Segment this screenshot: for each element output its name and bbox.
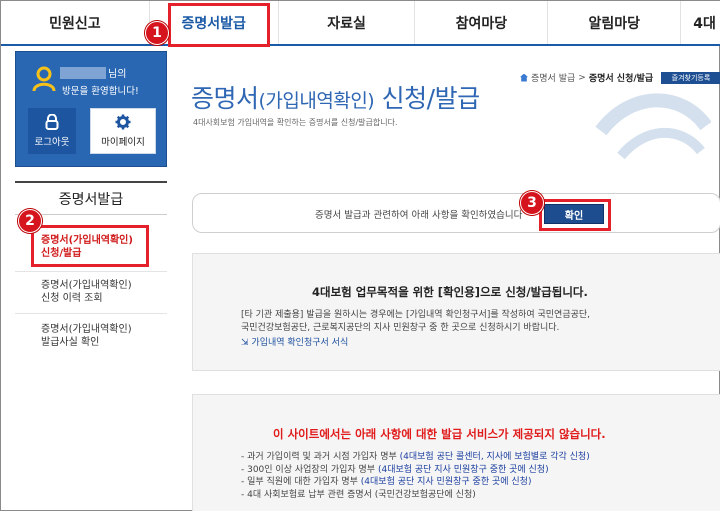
list-item-hint: (4대보험 공단 콜센터, 지사에 보험별로 각각 신청): [399, 452, 590, 462]
breadcrumb-current: 증명서 신청/발급: [588, 74, 654, 84]
list-item-text: - 300인 이상 사업장의 가입자 명부: [241, 464, 378, 475]
sidebar-item-verify[interactable]: 증명서(가입내역확인) 발급사실 확인: [41, 323, 132, 349]
sidebar-divider: [15, 271, 167, 272]
notice-purpose-body: [타 기관 제출용] 발급을 원하시는 경우에는 [가입내역 확인청구서]를 작…: [241, 309, 590, 335]
notice-unavailable-list: - 과거 가입이력 및 과거 시점 가입자 명부 (4대보험 공단 콜센터, 지…: [241, 451, 590, 501]
user-panel: 님의 방문을 환영합니다! 로그아웃 마이페이지: [15, 51, 167, 167]
breadcrumb-parent[interactable]: 증명서 발급: [531, 71, 575, 84]
list-item-hint: (4대보험 공단 지사 민원창구 중한 곳에 신청): [360, 477, 532, 487]
form-download-label: 가입내역 확인청구서 서식: [251, 338, 349, 348]
favorite-button[interactable]: 즐겨찾기등록: [661, 72, 720, 84]
tab-complaint[interactable]: 민원신고: [1, 1, 150, 44]
sidebar-item-label: 증명서(가입내역확인): [41, 280, 132, 291]
list-item-text: - 과거 가입이력 및 과거 시점 가입자 명부: [241, 452, 400, 462]
logout-button[interactable]: 로그아웃: [28, 108, 76, 154]
top-navigation: 민원신고 증명서발급 자료실 참여마당 알림마당 4대: [1, 1, 720, 46]
notice-purpose-line: [타 기관 제출용] 발급을 원하시는 경우에는 [가입내역 확인청구서]를 작…: [241, 310, 591, 320]
masked-username: [60, 67, 106, 79]
sidebar-item-label: 발급사실 확인: [41, 337, 100, 348]
breadcrumb-separator: >: [578, 72, 586, 83]
lock-icon: [45, 114, 59, 130]
external-link-icon: ⇲: [241, 338, 249, 348]
list-item: - 일부 직원에 대한 가입자 명부 (4대보험 공단 지사 민원창구 중한 곳…: [241, 476, 590, 489]
highlight-box-certificate-tab: [168, 3, 270, 47]
user-icon: [32, 66, 56, 92]
page-title-suffix: 신청/발급: [374, 84, 480, 113]
page-subtitle: 4대사회보험 가입내역을 확인하는 증명서를 신청/발급합니다.: [193, 118, 398, 127]
page-title: 증명서(가입내역확인) 신청/발급: [191, 79, 480, 115]
sidebar-divider: [15, 313, 167, 314]
notice-unavailable-title: 이 사이트에서는 아래 사항에 대한 발급 서비스가 제공되지 않습니다.: [273, 427, 606, 441]
list-item: - 4대 사회보험료 납부 관련 증명서 (국민건강보험공단에 신청): [241, 489, 590, 502]
page-title-paren: (가입내역확인): [258, 90, 375, 112]
step-marker-3: 3: [520, 191, 544, 215]
list-item: - 과거 가입이력 및 과거 시점 가입자 명부 (4대보험 공단 콜센터, 지…: [241, 451, 590, 464]
sidebar-title: 증명서발급: [15, 181, 167, 215]
tab-notice[interactable]: 알림마당: [548, 1, 682, 44]
sidebar-item-label: 증명서(가입내역확인): [41, 324, 132, 335]
step-marker-1: 1: [145, 21, 169, 45]
tab-participation[interactable]: 참여마당: [415, 1, 549, 44]
confirm-text: 증명서 발급과 관련하여 아래 사항을 확인하였습니다: [315, 210, 523, 221]
notice-purpose-title: 4대보험 업무목적을 위한 [확인용]으로 신청/발급됩니다.: [312, 285, 588, 299]
logout-label: 로그아웃: [34, 137, 70, 148]
home-icon[interactable]: [520, 73, 528, 82]
sidebar-item-history[interactable]: 증명서(가입내역확인) 신청 이력 조회: [41, 279, 132, 305]
list-item-text: - 4대 사회보험료 납부 관련 증명서 (국민건강보험공단에 신청): [241, 489, 476, 500]
notice-purpose-line: 국민건강보험공단, 근로복지공단의 지사 민원창구 중 한 곳으로 신청하시기 …: [241, 323, 560, 333]
welcome-text: 방문을 환영합니다!: [62, 86, 139, 97]
form-download-link[interactable]: ⇲ 가입내역 확인청구서 서식: [241, 335, 348, 348]
page-title-main: 증명서: [191, 84, 259, 113]
highlight-box-confirm-button: [539, 199, 611, 231]
mypage-label: 마이페이지: [101, 137, 145, 148]
sidebar-item-label: 신청 이력 조회: [41, 293, 103, 304]
breadcrumb: 증명서 발급 > 증명서 신청/발급: [520, 71, 653, 84]
list-item-text: - 일부 직원에 대한 가입자 명부: [241, 477, 361, 487]
tab-4dae[interactable]: 4대: [681, 1, 720, 44]
tab-library[interactable]: 자료실: [279, 1, 416, 44]
username-suffix: 님의: [108, 69, 127, 80]
list-item: - 300인 이상 사업장의 가입자 명부 (4대보험 공단 지사 민원창구 중…: [241, 464, 590, 477]
list-item-hint: (4대보험 공단 지사 민원창구 중한 곳에 신청): [377, 464, 549, 475]
emblem-watermark-icon: [595, 93, 711, 160]
step-marker-2: 2: [18, 209, 42, 233]
highlight-box-sidebar-item: [31, 225, 149, 267]
gear-icon: [115, 114, 131, 130]
mypage-button[interactable]: 마이페이지: [90, 108, 156, 154]
